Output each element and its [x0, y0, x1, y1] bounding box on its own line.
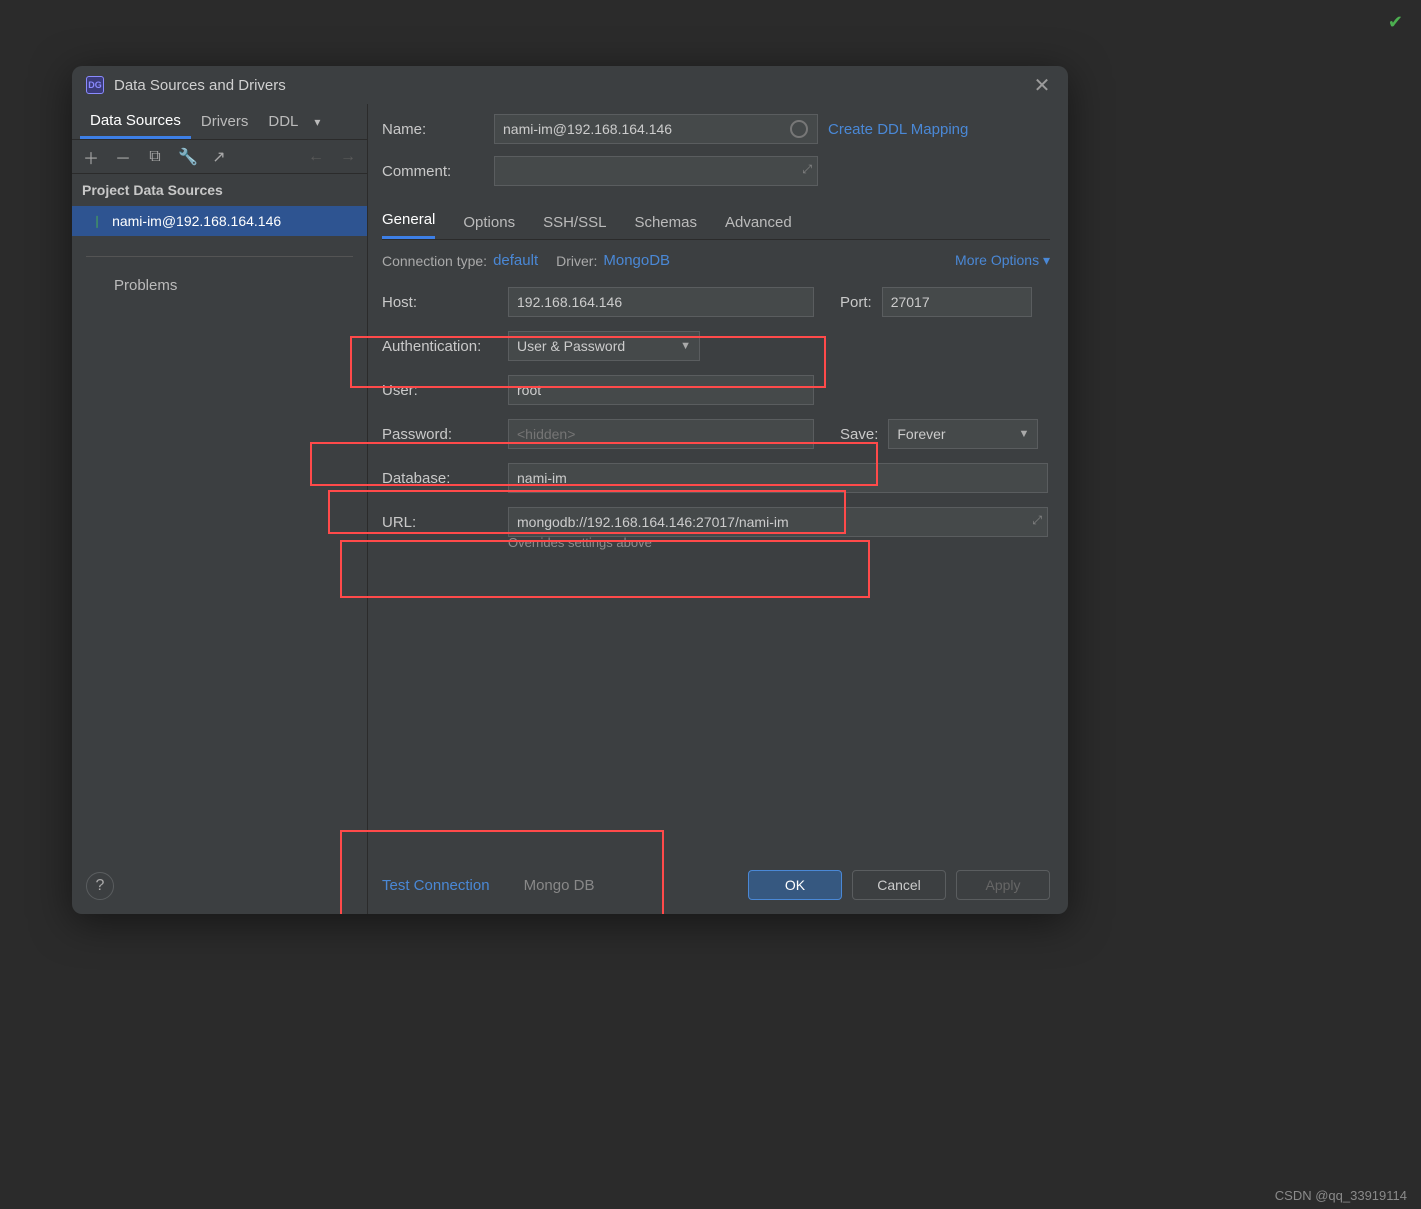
- port-input[interactable]: [882, 287, 1032, 317]
- datasource-item[interactable]: ❘ nami-im@192.168.164.146: [72, 206, 367, 236]
- name-label: Name:: [382, 121, 494, 138]
- chevron-down-icon: ▼: [680, 340, 691, 352]
- password-label: Password:: [382, 426, 508, 443]
- cancel-button[interactable]: Cancel: [852, 870, 946, 900]
- section-header: Project Data Sources: [72, 174, 367, 206]
- forward-icon[interactable]: →: [339, 148, 357, 166]
- titlebar: DG Data Sources and Drivers ✕: [72, 66, 1068, 104]
- user-label: User:: [382, 382, 508, 399]
- back-icon[interactable]: ←: [307, 148, 325, 166]
- tab-schemas[interactable]: Schemas: [634, 214, 697, 239]
- status-check-icon: ✔: [1388, 12, 1403, 33]
- add-icon[interactable]: ＋: [82, 145, 100, 169]
- save-label: Save:: [840, 426, 878, 443]
- conn-type-link[interactable]: default: [493, 252, 538, 269]
- tab-data-sources[interactable]: Data Sources: [80, 104, 191, 139]
- name-input[interactable]: [494, 114, 818, 144]
- apply-button[interactable]: Apply: [956, 870, 1050, 900]
- password-input[interactable]: [508, 419, 814, 449]
- spinner-icon: [790, 120, 808, 138]
- host-input[interactable]: [508, 287, 814, 317]
- data-sources-dialog: DG Data Sources and Drivers ✕ Data Sourc…: [72, 66, 1068, 914]
- tab-ssh[interactable]: SSH/SSL: [543, 214, 606, 239]
- database-input[interactable]: [508, 463, 1048, 493]
- ok-button[interactable]: OK: [748, 870, 842, 900]
- save-select[interactable]: Forever▼: [888, 419, 1038, 449]
- chevron-down-icon[interactable]: ▾: [308, 115, 326, 129]
- driver-label: Driver:: [556, 253, 597, 269]
- tab-ddl[interactable]: DDL: [258, 104, 308, 139]
- chevron-down-icon: ▼: [1018, 428, 1029, 440]
- url-input[interactable]: [508, 507, 1048, 537]
- port-label: Port:: [840, 294, 872, 311]
- auth-label: Authentication:: [382, 338, 508, 355]
- more-options-link[interactable]: More Options ▾: [955, 252, 1050, 269]
- url-label: URL:: [382, 514, 508, 531]
- tab-general[interactable]: General: [382, 211, 435, 239]
- tab-drivers[interactable]: Drivers: [191, 104, 259, 139]
- make-global-icon[interactable]: ↗: [210, 147, 228, 167]
- conn-type-label: Connection type:: [382, 253, 487, 269]
- datasource-icon: ❘: [92, 214, 102, 228]
- remove-icon[interactable]: －: [114, 145, 132, 169]
- driver-link[interactable]: MongoDB: [603, 252, 670, 269]
- expand-icon[interactable]: ⤢: [1032, 513, 1042, 528]
- copy-icon[interactable]: ⧉: [146, 148, 164, 166]
- separator: [86, 256, 353, 257]
- close-icon[interactable]: ✕: [1030, 73, 1054, 98]
- comment-label: Comment:: [382, 163, 494, 180]
- dialog-title: Data Sources and Drivers: [114, 77, 1030, 94]
- problems-item[interactable]: Problems: [72, 277, 367, 294]
- wrench-icon[interactable]: 🔧: [178, 147, 196, 167]
- help-icon[interactable]: ?: [86, 872, 114, 900]
- driver-name-label: Mongo DB: [524, 877, 595, 894]
- user-input[interactable]: [508, 375, 814, 405]
- sidebar: Data Sources Drivers DDL ▾ ＋ － ⧉ 🔧 ↗ ← →…: [72, 104, 368, 914]
- expand-icon[interactable]: ⤢: [802, 162, 812, 177]
- host-label: Host:: [382, 294, 508, 311]
- app-icon: DG: [86, 76, 104, 94]
- database-label: Database:: [382, 470, 508, 487]
- comment-input[interactable]: [494, 156, 818, 186]
- sidebar-toolbar: ＋ － ⧉ 🔧 ↗ ← →: [72, 140, 367, 174]
- auth-select[interactable]: User & Password▼: [508, 331, 700, 361]
- create-ddl-link[interactable]: Create DDL Mapping: [828, 121, 968, 138]
- main-panel: Name: Create DDL Mapping Comment: ⤢ Gene…: [368, 104, 1068, 914]
- datasource-label: nami-im@192.168.164.146: [112, 213, 281, 229]
- test-connection-link[interactable]: Test Connection: [382, 877, 490, 894]
- tab-advanced[interactable]: Advanced: [725, 214, 792, 239]
- url-hint: Overrides settings above: [508, 535, 1050, 550]
- tab-options[interactable]: Options: [463, 214, 515, 239]
- watermark: CSDN @qq_33919114: [1275, 1188, 1407, 1203]
